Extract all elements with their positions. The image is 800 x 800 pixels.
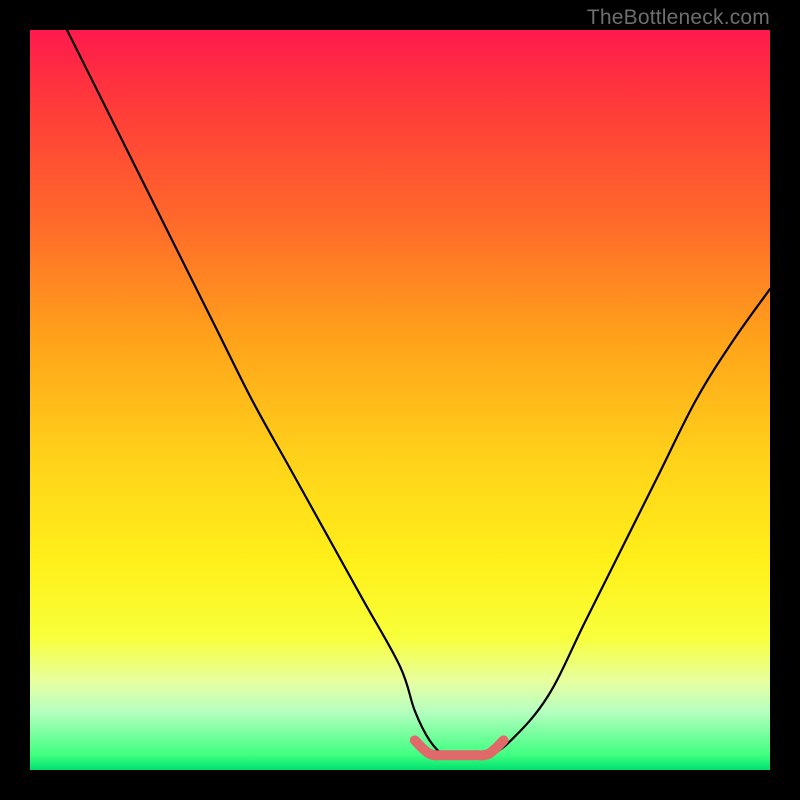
chart-plot-area: [30, 30, 770, 770]
optimal-zone-path: [415, 740, 504, 755]
bottleneck-curve-path: [67, 30, 770, 756]
watermark-text: TheBottleneck.com: [587, 6, 770, 30]
chart-svg: [30, 30, 770, 770]
chart-frame: TheBottleneck.com: [0, 0, 800, 800]
